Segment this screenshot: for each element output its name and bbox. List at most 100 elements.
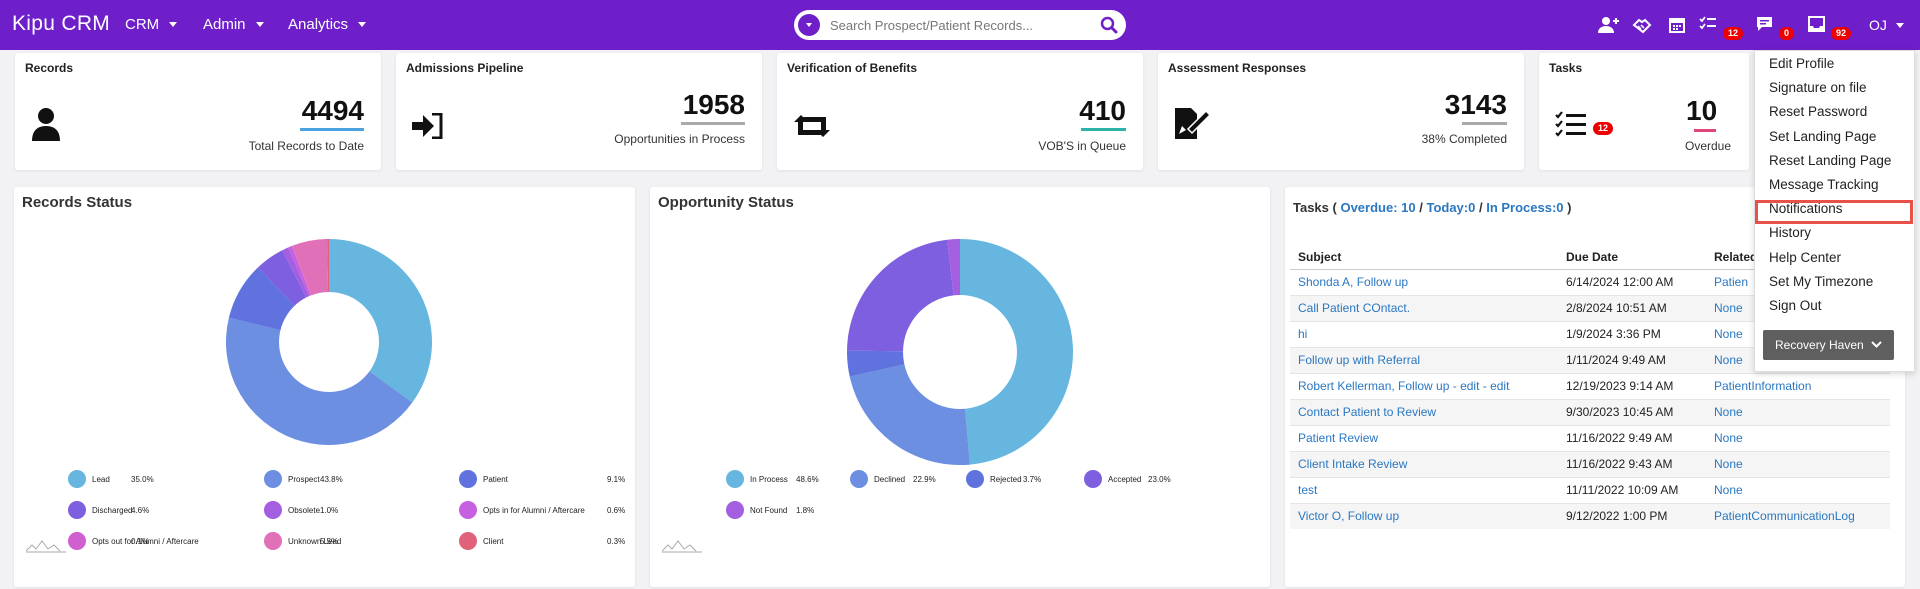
task-subject-link[interactable]: test bbox=[1298, 483, 1317, 497]
legend-item[interactable]: Patient 9.1% bbox=[459, 470, 625, 488]
user-initials: OJ bbox=[1869, 17, 1887, 33]
stat-subtitle: 38% Completed bbox=[1421, 132, 1507, 146]
task-subject-link[interactable]: hi bbox=[1298, 327, 1307, 341]
panel-title: Records Status bbox=[22, 194, 133, 211]
calendar-icon[interactable] bbox=[1669, 16, 1685, 33]
search-scope-dropdown[interactable] bbox=[798, 14, 820, 36]
legend-item[interactable]: Unknown Lead 5.5% bbox=[264, 532, 341, 550]
tasks-check-icon[interactable] bbox=[1699, 16, 1717, 32]
stat-underline bbox=[1462, 122, 1507, 125]
table-row[interactable]: Robert Kellerman, Follow up - edit - edi… bbox=[1290, 372, 1890, 399]
column-header-subject[interactable]: Subject bbox=[1290, 245, 1558, 270]
legend-item[interactable]: Declined 22.9% bbox=[850, 470, 936, 488]
location-select[interactable]: Recovery Haven bbox=[1763, 330, 1894, 360]
stat-title: Records bbox=[25, 61, 74, 75]
top-navbar: Kipu CRM CRM Admin Analytics 12 0 92 OJ bbox=[0, 0, 1920, 50]
legend-item[interactable]: Discharged 4.6% bbox=[68, 501, 149, 519]
task-subject-cell: Follow up with Referral bbox=[1290, 346, 1558, 373]
records-status-donut[interactable] bbox=[224, 237, 434, 447]
stat-card-tasks[interactable]: Tasks 12 10 Overdue bbox=[1539, 53, 1749, 170]
handshake-icon[interactable] bbox=[1632, 16, 1652, 34]
nav-crm[interactable]: CRM bbox=[125, 16, 178, 33]
stat-card-vob[interactable]: Verification of Benefits 410 VOB'S in Qu… bbox=[777, 53, 1143, 170]
tasks-in-process-link[interactable]: In Process:0 bbox=[1486, 200, 1563, 215]
search-icon[interactable] bbox=[1100, 16, 1118, 34]
legend-item[interactable]: Client 0.3% bbox=[459, 532, 625, 550]
task-subject-link[interactable]: Victor O, Follow up bbox=[1298, 509, 1399, 523]
task-related-link[interactable]: None bbox=[1714, 353, 1743, 367]
chat-icon[interactable] bbox=[1756, 16, 1773, 32]
legend-percent: 1.0% bbox=[320, 505, 339, 515]
task-subject-link[interactable]: Follow up with Referral bbox=[1298, 353, 1420, 367]
column-header-due-date[interactable]: Due Date bbox=[1558, 245, 1706, 270]
legend-swatch bbox=[850, 470, 868, 488]
task-related-link[interactable]: None bbox=[1714, 405, 1743, 419]
legend-item[interactable]: Prospect 43.8% bbox=[264, 470, 343, 488]
table-row[interactable]: Contact Patient to Review 9/30/2023 10:45… bbox=[1290, 398, 1890, 425]
stat-card-assessment[interactable]: Assessment Responses 3143 38% Completed bbox=[1158, 53, 1524, 170]
table-row[interactable]: Victor O, Follow up 9/12/2022 1:00 PM Pati… bbox=[1290, 502, 1890, 529]
legend-percent: 9.1% bbox=[607, 474, 626, 484]
legend-percent: 0.6% bbox=[607, 505, 626, 515]
menu-item-set-landing-page[interactable]: Set Landing Page bbox=[1769, 129, 1876, 144]
add-user-icon[interactable] bbox=[1597, 16, 1619, 34]
task-related-link[interactable]: None bbox=[1714, 327, 1743, 341]
table-row[interactable]: test 11/11/2022 10:09 AM None bbox=[1290, 476, 1890, 503]
task-subject-link[interactable]: Patient Review bbox=[1298, 431, 1378, 445]
legend-item[interactable]: Obsolete 1.0% bbox=[264, 501, 338, 519]
task-due-date: 11/16/2022 9:43 AM bbox=[1558, 450, 1706, 477]
task-related-link[interactable]: None bbox=[1714, 431, 1743, 445]
table-row[interactable]: Patient Review 11/16/2022 9:49 AM None bbox=[1290, 424, 1890, 451]
stat-subtitle: Overdue bbox=[1685, 139, 1732, 153]
tasks-today-link[interactable]: Today:0 bbox=[1426, 200, 1475, 215]
task-related-link[interactable]: None bbox=[1714, 483, 1743, 497]
legend-item[interactable]: Opts in for Alumni / Aftercare 0.6% bbox=[459, 501, 625, 519]
menu-item-set-my-timezone[interactable]: Set My Timezone bbox=[1769, 274, 1873, 289]
legend-label: Obsolete bbox=[288, 505, 321, 515]
stat-card-admissions[interactable]: Admissions Pipeline 1958 Opportunities i… bbox=[396, 53, 762, 170]
brand-logo[interactable]: Kipu CRM bbox=[12, 12, 110, 36]
task-related-link[interactable]: None bbox=[1714, 457, 1743, 471]
task-subject-link[interactable]: Shonda A, Follow up bbox=[1298, 275, 1408, 289]
task-subject-cell: Patient Review bbox=[1290, 424, 1558, 451]
legend-item[interactable]: Lead 35.0% bbox=[68, 470, 154, 488]
menu-item-sign-out[interactable]: Sign Out bbox=[1769, 298, 1822, 313]
legend-percent: 0.1% bbox=[131, 536, 150, 546]
task-related-link[interactable]: Patien bbox=[1714, 275, 1748, 289]
menu-item-reset-landing-page[interactable]: Reset Landing Page bbox=[1769, 153, 1891, 168]
tasks-overdue-link[interactable]: Overdue: 10 bbox=[1340, 200, 1415, 215]
task-subject-link[interactable]: Contact Patient to Review bbox=[1298, 405, 1436, 419]
search-input[interactable] bbox=[830, 17, 1090, 33]
nav-admin[interactable]: Admin bbox=[203, 16, 264, 33]
task-related-link[interactable]: None bbox=[1714, 301, 1743, 315]
task-subject-link[interactable]: Client Intake Review bbox=[1298, 457, 1407, 471]
menu-item-reset-password[interactable]: Reset Password bbox=[1769, 104, 1867, 119]
task-related-link[interactable]: PatientCommunicationLog bbox=[1714, 509, 1855, 523]
menu-item-message-tracking[interactable]: Message Tracking bbox=[1769, 177, 1879, 192]
panel-title: Opportunity Status bbox=[658, 194, 794, 211]
legend-item[interactable]: Rejected 3.7% bbox=[966, 470, 1041, 488]
chevron-down-icon bbox=[255, 22, 264, 27]
menu-item-help-center[interactable]: Help Center bbox=[1769, 250, 1841, 265]
stat-value: 4494 bbox=[301, 95, 364, 126]
menu-item-edit-profile[interactable]: Edit Profile bbox=[1769, 56, 1834, 71]
legend-item[interactable]: Accepted 23.0% bbox=[1084, 470, 1171, 488]
menu-item-signature-on-file[interactable]: Signature on file bbox=[1769, 80, 1867, 95]
legend-percent: 3.7% bbox=[1023, 474, 1042, 484]
table-row[interactable]: Client Intake Review 11/16/2022 9:43 AM No… bbox=[1290, 450, 1890, 477]
legend-item[interactable]: Not Found 1.8% bbox=[726, 501, 814, 519]
menu-item-history[interactable]: History bbox=[1769, 225, 1811, 240]
inbox-icon[interactable] bbox=[1808, 16, 1825, 32]
stat-subtitle: VOB'S in Queue bbox=[1038, 139, 1126, 153]
opportunity-status-donut[interactable] bbox=[845, 237, 1075, 467]
task-due-date: 12/19/2023 9:14 AM bbox=[1558, 372, 1706, 399]
legend-item[interactable]: In Process 48.6% bbox=[726, 470, 819, 488]
user-menu-toggle[interactable]: OJ bbox=[1869, 17, 1904, 33]
task-related-link[interactable]: PatientInformation bbox=[1714, 379, 1811, 393]
task-subject-link[interactable]: Call Patient COntact. bbox=[1298, 301, 1410, 315]
task-subject-link[interactable]: Robert Kellerman, Follow up - edit - edi… bbox=[1298, 379, 1509, 393]
nav-analytics[interactable]: Analytics bbox=[288, 16, 367, 33]
stat-card-records[interactable]: Records 4494 Total Records to Date bbox=[15, 53, 381, 170]
stat-value: 10 bbox=[1686, 95, 1718, 126]
legend-item[interactable]: Opts out for Alumni / Aftercare 0.1% bbox=[68, 532, 199, 550]
